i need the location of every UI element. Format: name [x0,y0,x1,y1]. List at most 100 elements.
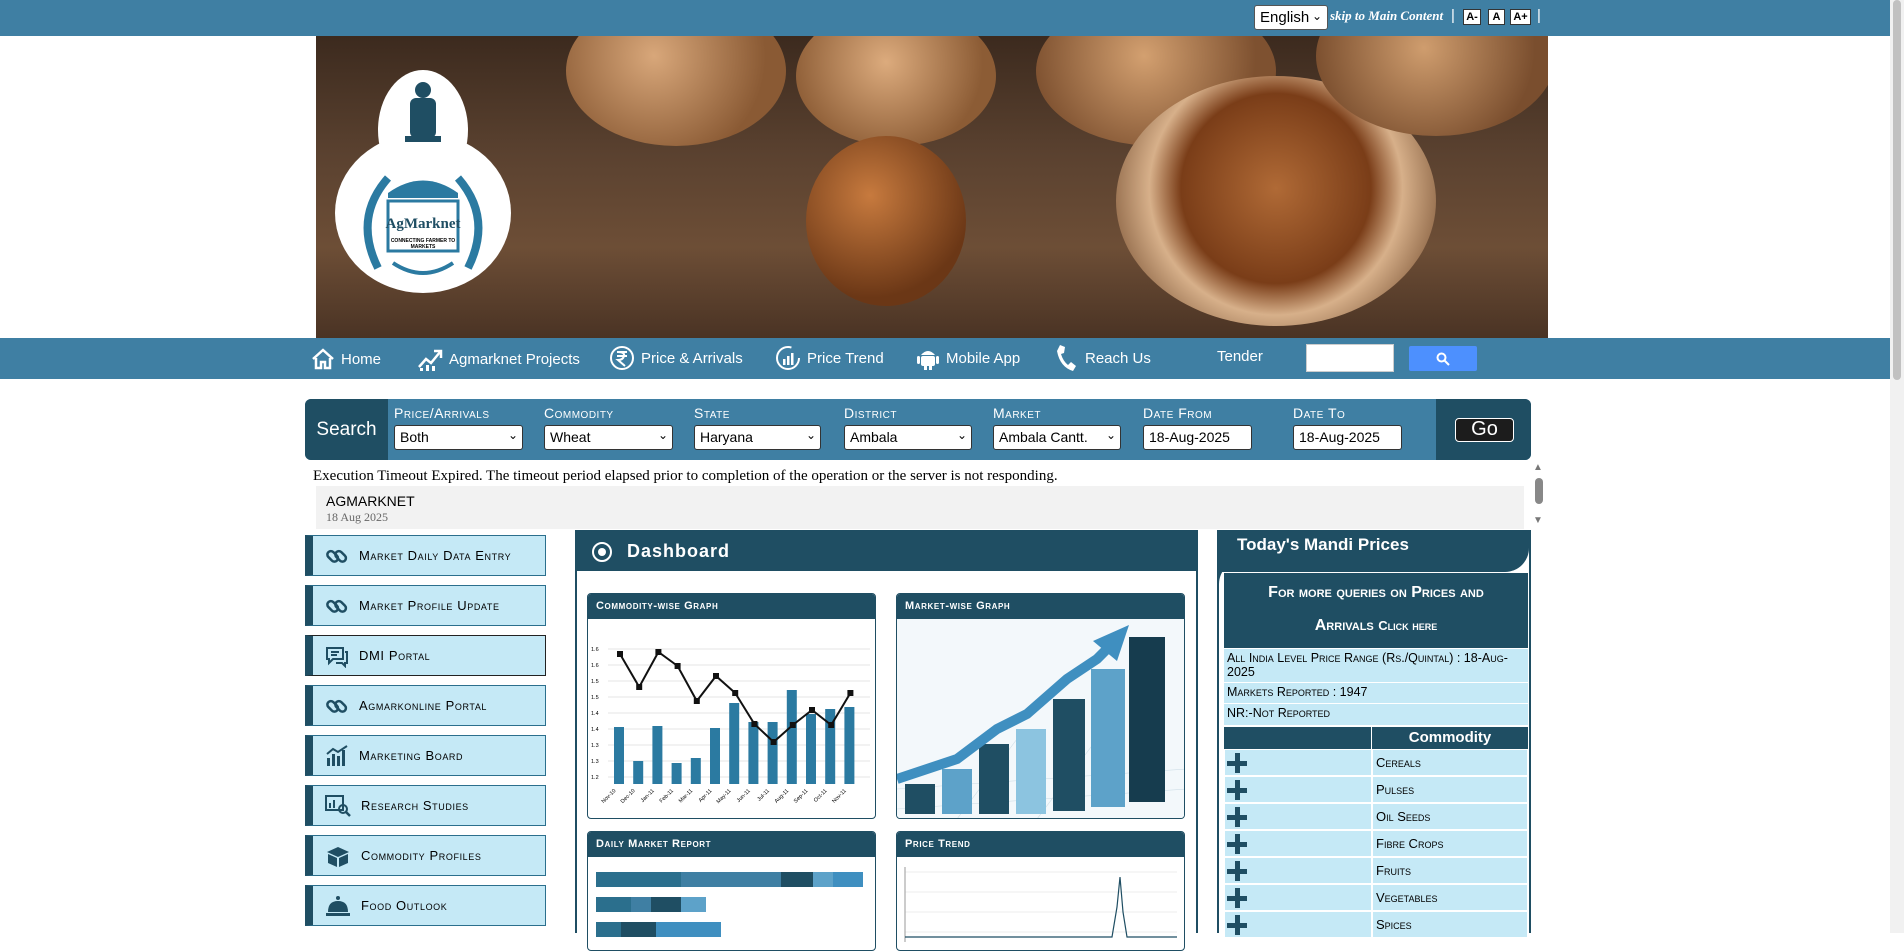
price-arrivals-select[interactable]: Both ⌄ [394,425,523,450]
chart-point [674,663,681,669]
rupee-icon [610,346,634,370]
state-select[interactable]: Haryana ⌄ [694,425,821,450]
price-range-text: All India Level Price Range (Rs./Quintal… [1224,649,1528,683]
date-to-input[interactable]: 18-Aug-2025 [1293,425,1402,450]
expand-button[interactable] [1224,830,1372,857]
divider: | [1451,7,1455,24]
y-tick-label: 1.4 [591,727,599,733]
chart-point [655,649,662,655]
queries-line2: Arrivals Click here [1224,608,1528,643]
x-tick-label: Mar-11 [678,788,694,804]
table-row: Vegetables [1224,884,1528,911]
sidebar-item-commodity-profiles[interactable]: Commodity Profiles [305,835,546,876]
commodity-select[interactable]: Wheat ⌄ [544,425,673,450]
site-search-button[interactable] [1409,346,1477,371]
table-row: Fruits [1224,857,1528,884]
market-select[interactable]: Ambala Cantt. ⌄ [993,425,1121,450]
news-ticker: AGMARKNET 18 Aug 2025 [316,486,1524,529]
district-field: District Ambala ⌄ [844,405,972,450]
click-here-link[interactable]: Click here [1378,618,1437,633]
expand-button[interactable] [1224,749,1372,776]
sidebar-item-research-studies[interactable]: Research Studies [305,785,546,826]
plus-icon [1227,861,1247,881]
plus-icon [1227,753,1247,773]
nav-label: Agmarknet Projects [449,350,580,368]
go-button[interactable]: Go [1455,418,1514,442]
price-trend-illustration [904,867,1177,942]
y-ticks: 1.6 1.6 1.5 1.5 1.4 1.4 1.3 1.3 1.2 [591,647,599,781]
table-row: Spices [1224,911,1528,938]
district-select[interactable]: Ambala ⌄ [844,425,972,450]
chart-bar [806,714,816,784]
price-trend-card[interactable]: Price Trend [896,831,1185,951]
sidebar-item-label: Agmarkonline Portal [359,698,488,713]
commodity-name: Spices [1372,911,1528,938]
chart-point [751,721,758,727]
expand-button[interactable] [1224,884,1372,911]
sidebar-item-market-daily-data-entry[interactable]: Market Daily Data Entry [305,535,546,576]
commodity-wise-graph-card[interactable]: Commodity-wise Graph 1.6 1.6 1.5 1.5 1.4 1.4 1… [587,593,876,819]
page-scrollbar[interactable] [1890,0,1904,933]
chart-bar [786,690,797,784]
dashboard-title: Dashboard [627,541,731,561]
font-decrease-button[interactable]: A- [1463,9,1481,25]
language-select[interactable]: English ⌄ [1254,5,1328,30]
expand-button[interactable] [1224,857,1372,884]
nav-label: Tender [1217,348,1263,365]
chart-point [617,651,623,657]
market-wise-graph-card[interactable]: Market-wise Graph [896,593,1185,819]
y-tick-label: 1.3 [591,743,599,749]
nav-price-arrivals[interactable]: Price & Arrivals [609,345,743,371]
sidebar-item-label: Research Studies [361,798,469,813]
price-arrivals-field: Price/Arrivals Both ⌄ [394,405,523,450]
nav-reach-us[interactable]: Reach Us [1055,343,1151,373]
sidebar-item-marketing-board[interactable]: Marketing Board [305,735,546,776]
site-search-input[interactable] [1306,344,1394,372]
scrollbar-thumb[interactable] [1893,0,1901,380]
box-icon [327,846,349,867]
food-icon [326,895,350,916]
ticker-scroll-down-icon[interactable]: ▼ [1533,515,1543,526]
card-title: Price Trend [897,832,1184,857]
queries-arrivals: Arrivals [1314,617,1374,634]
sidebar-item-agmarkonline-portal[interactable]: Agmarkonline Portal [305,685,546,726]
table-row: Pulses [1224,776,1528,803]
select-value: Both [400,429,429,445]
nav-tender[interactable]: Tender [1217,348,1263,365]
nav-agmarknet-projects[interactable]: Agmarknet Projects [417,347,580,371]
y-tick-label: 1.2 [591,775,599,781]
ticker-scroll-up-icon[interactable]: ▲ [1533,462,1543,473]
nav-home[interactable]: Home [311,347,381,371]
y-tick-label: 1.5 [591,679,599,685]
y-tick-label: 1.5 [591,695,599,701]
font-increase-button[interactable]: A+ [1510,9,1531,25]
markets-reported-text: Markets Reported : 1947 [1224,683,1528,704]
x-tick-label: Jul-11 [756,788,771,803]
market-field: Market Ambala Cantt. ⌄ [993,405,1121,450]
font-normal-button[interactable]: A [1488,9,1505,25]
sidebar-item-dmi-portal[interactable]: DMI Portal [305,635,546,676]
expand-button[interactable] [1224,911,1372,938]
y-tick-label: 1.4 [591,711,599,717]
agmarknet-logo: AgMarknet CONNECTING FARMER TO MARKETS [333,68,513,293]
trend-gauge-icon [776,346,800,370]
commodity-wise-graph: 1.6 1.6 1.5 1.5 1.4 1.4 1.3 1.3 1.2 Nov-10 Dec-10… [591,647,870,805]
nav-mobile-app[interactable]: Mobile App [916,345,1020,371]
expand-button[interactable] [1224,776,1372,803]
table-row: Oil Seeds [1224,803,1528,830]
date-from-input[interactable]: 18-Aug-2025 [1143,425,1252,450]
nav-price-trend[interactable]: Price Trend [775,345,884,371]
x-tick-label: Sep-11 [793,788,809,804]
date-to-field: Date To 18-Aug-2025 [1293,405,1402,450]
daily-market-report-card[interactable]: Daily Market Report [587,831,876,951]
nav-label: Home [341,350,382,368]
commodity-table: Commodity Cereals Pulses Oil Seeds Fibre… [1224,727,1528,938]
field-label: Date To [1293,405,1346,421]
expand-button[interactable] [1224,803,1372,830]
sidebar-item-market-profile-update[interactable]: Market Profile Update [305,585,546,626]
ticker-scrollbar-thumb[interactable] [1535,478,1543,504]
skip-to-main-link[interactable]: skip to Main Content [1330,8,1443,24]
more-queries-banner[interactable]: For more queries on Prices and Arrivals … [1224,573,1528,648]
target-icon [592,542,612,562]
sidebar-item-food-outlook[interactable]: Food Outlook [305,885,546,926]
